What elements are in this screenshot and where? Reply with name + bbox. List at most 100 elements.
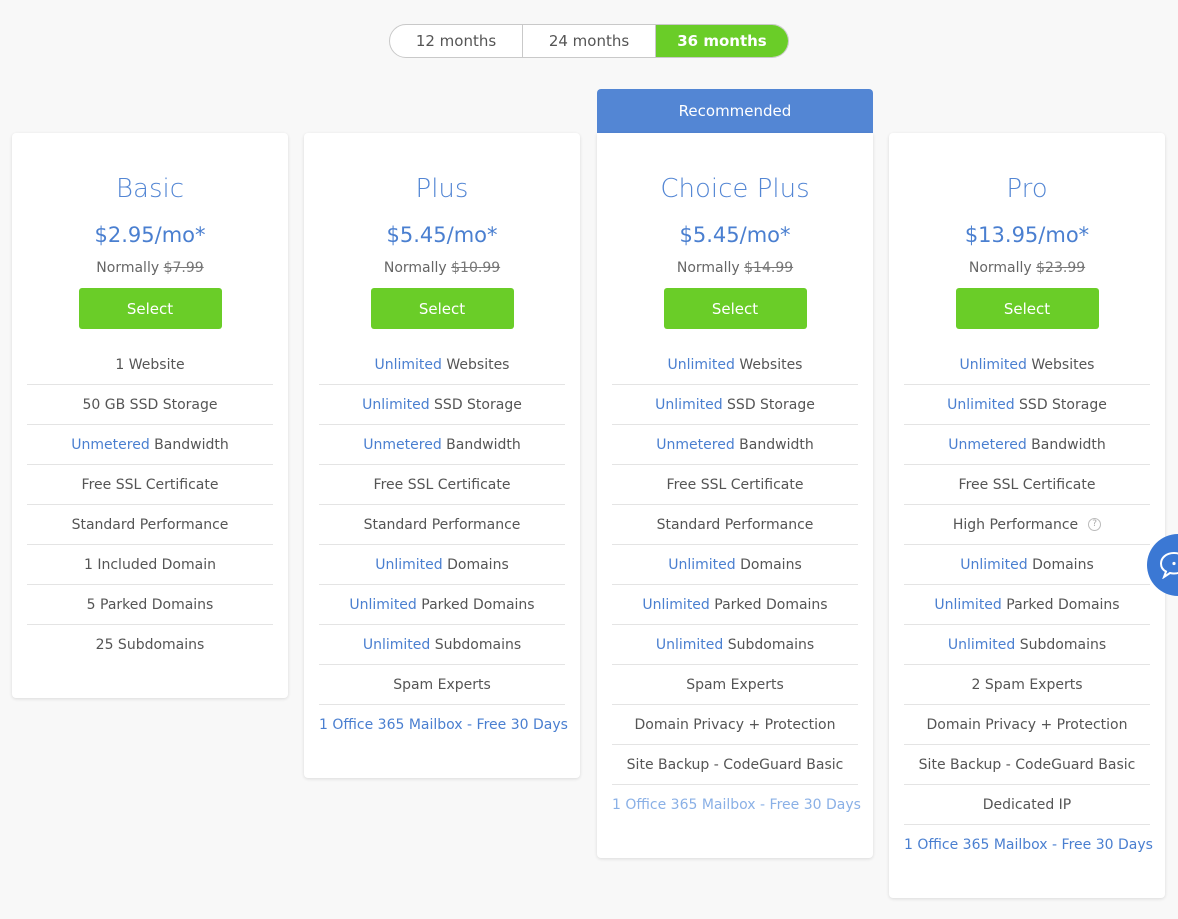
feature-list: Unlimited Websites Unlimited SSD Storage U… bbox=[904, 345, 1153, 865]
feature-item: Unlimited Domains bbox=[904, 545, 1150, 585]
feature-text: 1 Included Domain bbox=[84, 557, 216, 573]
feature-text: Websites bbox=[441, 357, 510, 373]
feature-highlight: Unlimited bbox=[375, 557, 443, 573]
select-button[interactable]: Select bbox=[663, 288, 807, 329]
original-price: $23.99 bbox=[1036, 260, 1086, 276]
feature-item: 1 Office 365 Mailbox - Free 30 Days bbox=[612, 785, 861, 825]
feature-highlight: Unlimited bbox=[667, 357, 735, 373]
feature-item: 25 Subdomains bbox=[27, 625, 273, 665]
feature-item: Standard Performance bbox=[319, 505, 565, 545]
feature-highlight: Unmetered bbox=[71, 437, 150, 453]
feature-item: Unlimited SSD Storage bbox=[319, 385, 565, 425]
office365-link[interactable]: 1 Office 365 Mailbox - Free 30 Days bbox=[904, 837, 1153, 853]
feature-text: Bandwidth bbox=[441, 437, 521, 453]
feature-item: Unmetered Bandwidth bbox=[27, 425, 273, 465]
feature-item: Free SSL Certificate bbox=[27, 465, 273, 505]
plan-card-choice-plus: Choice Plus $5.45/mo* Normally $14.99 Selec… bbox=[597, 133, 873, 858]
feature-text: Domains bbox=[1027, 557, 1094, 573]
feature-highlight: Unmetered bbox=[948, 437, 1027, 453]
feature-text: Parked Domains bbox=[1001, 597, 1120, 613]
feature-item: Unmetered Bandwidth bbox=[904, 425, 1150, 465]
feature-text: Parked Domains bbox=[709, 597, 828, 613]
feature-text: Domain Privacy + Protection bbox=[926, 717, 1128, 733]
feature-text: Spam Experts bbox=[686, 677, 784, 693]
feature-text: 1 Website bbox=[115, 357, 185, 373]
plan-name: Plus bbox=[415, 174, 469, 204]
feature-text: Bandwidth bbox=[734, 437, 814, 453]
select-button[interactable]: Select bbox=[955, 288, 1099, 329]
feature-highlight: Unmetered bbox=[363, 437, 442, 453]
feature-text: Free SSL Certificate bbox=[666, 477, 804, 493]
feature-text: Standard Performance bbox=[363, 517, 521, 533]
feature-item: 1 Office 365 Mailbox - Free 30 Days bbox=[904, 825, 1153, 865]
office365-link[interactable]: 1 Office 365 Mailbox - Free 30 Days bbox=[319, 717, 568, 733]
term-36-months[interactable]: 36 months bbox=[656, 25, 788, 57]
feature-text: Subdomains bbox=[430, 637, 522, 653]
feature-text: Standard Performance bbox=[656, 517, 814, 533]
feature-text: 25 Subdomains bbox=[95, 637, 205, 653]
feature-highlight: Unlimited bbox=[655, 397, 723, 413]
feature-item: Unlimited Subdomains bbox=[904, 625, 1150, 665]
feature-item: Unlimited Subdomains bbox=[319, 625, 565, 665]
feature-text: SSD Storage bbox=[429, 397, 522, 413]
feature-item: Standard Performance bbox=[27, 505, 273, 545]
feature-text: Standard Performance bbox=[71, 517, 229, 533]
term-12-months[interactable]: 12 months bbox=[390, 25, 523, 57]
feature-item: Unlimited Domains bbox=[319, 545, 565, 585]
normally-label: Normally bbox=[676, 260, 740, 276]
feature-text: Subdomains bbox=[723, 637, 815, 653]
feature-text: Bandwidth bbox=[1026, 437, 1106, 453]
feature-text: Free SSL Certificate bbox=[81, 477, 219, 493]
feature-item: Dedicated IP bbox=[904, 785, 1150, 825]
feature-text: 5 Parked Domains bbox=[86, 597, 214, 613]
feature-highlight: Unlimited bbox=[642, 597, 710, 613]
plan-card-pro: Pro $13.95/mo* Normally $23.99 Select Unlimi… bbox=[889, 133, 1165, 898]
select-button[interactable]: Select bbox=[78, 288, 222, 329]
feature-text: Free SSL Certificate bbox=[958, 477, 1096, 493]
term-toggle: 12 months 24 months 36 months bbox=[389, 24, 789, 58]
feature-text: Free SSL Certificate bbox=[373, 477, 511, 493]
feature-text: Domains bbox=[735, 557, 802, 573]
feature-item: Site Backup - CodeGuard Basic bbox=[612, 745, 858, 785]
feature-highlight: Unlimited bbox=[668, 557, 736, 573]
office365-link[interactable]: 1 Office 365 Mailbox - Free 30 Days bbox=[612, 797, 861, 813]
feature-item: Unlimited Websites bbox=[904, 345, 1150, 385]
feature-text: Websites bbox=[1026, 357, 1095, 373]
plan-name: Pro bbox=[1006, 174, 1048, 204]
plan-normal-price: Normally $10.99 bbox=[304, 259, 580, 277]
feature-text: 50 GB SSD Storage bbox=[82, 397, 218, 413]
feature-item: 1 Website bbox=[27, 345, 273, 385]
plan-price: $5.45/mo* bbox=[386, 223, 498, 247]
plan-name: Choice Plus bbox=[660, 174, 810, 204]
feature-highlight: Unlimited bbox=[934, 597, 1002, 613]
term-24-months[interactable]: 24 months bbox=[523, 25, 656, 57]
feature-item: Domain Privacy + Protection bbox=[612, 705, 858, 745]
feature-text: High Performance bbox=[952, 517, 1079, 533]
feature-highlight: Unmetered bbox=[656, 437, 735, 453]
feature-list: 1 Website 50 GB SSD Storage Unmetered Band… bbox=[27, 345, 273, 665]
plan-card-plus: Plus $5.45/mo* Normally $10.99 Select Unlimi… bbox=[304, 133, 580, 778]
plan-price: $13.95/mo* bbox=[964, 223, 1090, 247]
feature-item: Free SSL Certificate bbox=[319, 465, 565, 505]
plan-card-basic: Basic $2.95/mo* Normally $7.99 Select 1 Webs… bbox=[12, 133, 288, 698]
chat-bubble-icon bbox=[1159, 551, 1178, 579]
feature-text: Domain Privacy + Protection bbox=[634, 717, 836, 733]
feature-text: Parked Domains bbox=[416, 597, 535, 613]
feature-item: Unlimited Websites bbox=[612, 345, 858, 385]
plan-normal-price: Normally $23.99 bbox=[889, 259, 1165, 277]
feature-item: Unlimited Websites bbox=[319, 345, 565, 385]
feature-list: Unlimited Websites Unlimited SSD Storage U… bbox=[319, 345, 568, 745]
normally-label: Normally bbox=[383, 260, 447, 276]
help-icon[interactable]: ? bbox=[1088, 517, 1102, 531]
feature-text: Websites bbox=[734, 357, 803, 373]
feature-item: Spam Experts bbox=[319, 665, 565, 705]
feature-item: Site Backup - CodeGuard Basic bbox=[904, 745, 1150, 785]
select-button[interactable]: Select bbox=[370, 288, 514, 329]
recommended-ribbon: Recommended bbox=[597, 89, 873, 133]
feature-item: Unlimited Parked Domains bbox=[319, 585, 565, 625]
feature-text: Spam Experts bbox=[393, 677, 491, 693]
plan-normal-price: Normally $7.99 bbox=[12, 259, 288, 277]
feature-text: 2 Spam Experts bbox=[971, 677, 1083, 693]
feature-item: High Performance? bbox=[904, 505, 1150, 545]
feature-item: Unmetered Bandwidth bbox=[612, 425, 858, 465]
